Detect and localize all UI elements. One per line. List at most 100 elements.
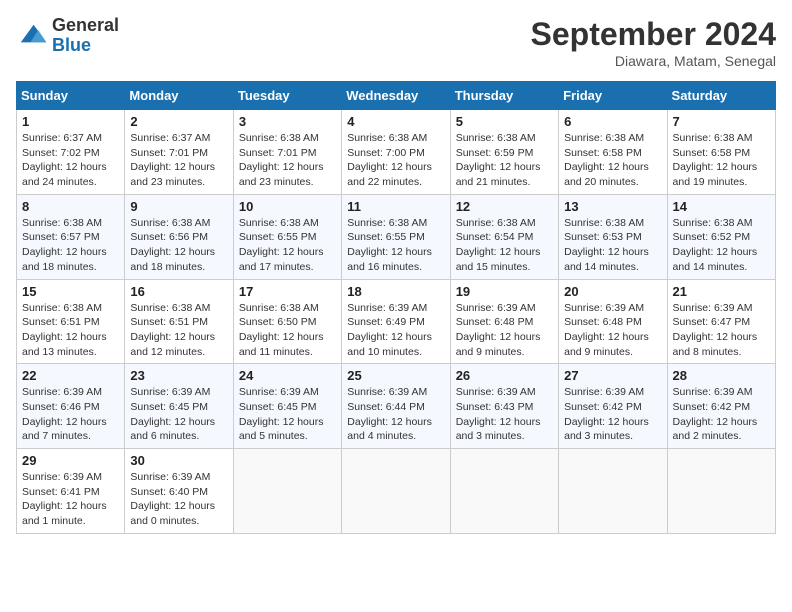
day-info: Sunrise: 6:39 AMSunset: 6:40 PMDaylight:… [130, 471, 215, 527]
calendar-cell: 29 Sunrise: 6:39 AMSunset: 6:41 PMDaylig… [17, 449, 125, 534]
day-number: 9 [130, 199, 227, 214]
calendar-cell [450, 449, 558, 534]
calendar-cell: 24 Sunrise: 6:39 AMSunset: 6:45 PMDaylig… [233, 364, 341, 449]
day-info: Sunrise: 6:39 AMSunset: 6:41 PMDaylight:… [22, 471, 107, 527]
day-info: Sunrise: 6:38 AMSunset: 6:55 PMDaylight:… [239, 217, 324, 273]
day-number: 2 [130, 114, 227, 129]
day-number: 10 [239, 199, 336, 214]
calendar-cell: 21 Sunrise: 6:39 AMSunset: 6:47 PMDaylig… [667, 279, 775, 364]
day-number: 16 [130, 284, 227, 299]
calendar-week-3: 15 Sunrise: 6:38 AMSunset: 6:51 PMDaylig… [17, 279, 776, 364]
day-info: Sunrise: 6:39 AMSunset: 6:46 PMDaylight:… [22, 386, 107, 442]
calendar-cell: 20 Sunrise: 6:39 AMSunset: 6:48 PMDaylig… [559, 279, 667, 364]
day-number: 13 [564, 199, 661, 214]
title-block: September 2024 Diawara, Matam, Senegal [531, 16, 776, 69]
calendar-cell: 8 Sunrise: 6:38 AMSunset: 6:57 PMDayligh… [17, 194, 125, 279]
day-info: Sunrise: 6:38 AMSunset: 6:50 PMDaylight:… [239, 302, 324, 358]
day-number: 6 [564, 114, 661, 129]
day-info: Sunrise: 6:38 AMSunset: 6:58 PMDaylight:… [673, 132, 758, 188]
day-number: 12 [456, 199, 553, 214]
day-number: 19 [456, 284, 553, 299]
calendar-cell [233, 449, 341, 534]
col-friday: Friday [559, 82, 667, 110]
day-info: Sunrise: 6:38 AMSunset: 6:51 PMDaylight:… [22, 302, 107, 358]
logo-icon [16, 20, 48, 52]
calendar-cell: 1 Sunrise: 6:37 AMSunset: 7:02 PMDayligh… [17, 110, 125, 195]
day-info: Sunrise: 6:39 AMSunset: 6:43 PMDaylight:… [456, 386, 541, 442]
calendar-cell: 7 Sunrise: 6:38 AMSunset: 6:58 PMDayligh… [667, 110, 775, 195]
calendar-header-row: Sunday Monday Tuesday Wednesday Thursday… [17, 82, 776, 110]
day-number: 14 [673, 199, 770, 214]
calendar-cell [667, 449, 775, 534]
calendar-week-4: 22 Sunrise: 6:39 AMSunset: 6:46 PMDaylig… [17, 364, 776, 449]
calendar-cell: 18 Sunrise: 6:39 AMSunset: 6:49 PMDaylig… [342, 279, 450, 364]
logo-text: General Blue [52, 16, 119, 56]
calendar-cell: 30 Sunrise: 6:39 AMSunset: 6:40 PMDaylig… [125, 449, 233, 534]
day-info: Sunrise: 6:39 AMSunset: 6:48 PMDaylight:… [564, 302, 649, 358]
month-title: September 2024 [531, 16, 776, 53]
calendar-cell: 12 Sunrise: 6:38 AMSunset: 6:54 PMDaylig… [450, 194, 558, 279]
calendar-cell: 15 Sunrise: 6:38 AMSunset: 6:51 PMDaylig… [17, 279, 125, 364]
calendar-cell: 2 Sunrise: 6:37 AMSunset: 7:01 PMDayligh… [125, 110, 233, 195]
day-number: 23 [130, 368, 227, 383]
day-info: Sunrise: 6:38 AMSunset: 6:58 PMDaylight:… [564, 132, 649, 188]
calendar-cell: 6 Sunrise: 6:38 AMSunset: 6:58 PMDayligh… [559, 110, 667, 195]
calendar-cell: 16 Sunrise: 6:38 AMSunset: 6:51 PMDaylig… [125, 279, 233, 364]
day-number: 29 [22, 453, 119, 468]
day-number: 5 [456, 114, 553, 129]
day-number: 17 [239, 284, 336, 299]
day-number: 25 [347, 368, 444, 383]
day-number: 4 [347, 114, 444, 129]
day-info: Sunrise: 6:39 AMSunset: 6:42 PMDaylight:… [564, 386, 649, 442]
calendar-cell: 22 Sunrise: 6:39 AMSunset: 6:46 PMDaylig… [17, 364, 125, 449]
calendar-cell: 10 Sunrise: 6:38 AMSunset: 6:55 PMDaylig… [233, 194, 341, 279]
day-info: Sunrise: 6:37 AMSunset: 7:02 PMDaylight:… [22, 132, 107, 188]
day-number: 26 [456, 368, 553, 383]
calendar-cell: 23 Sunrise: 6:39 AMSunset: 6:45 PMDaylig… [125, 364, 233, 449]
day-info: Sunrise: 6:39 AMSunset: 6:48 PMDaylight:… [456, 302, 541, 358]
logo: General Blue [16, 16, 119, 56]
col-sunday: Sunday [17, 82, 125, 110]
calendar-cell: 28 Sunrise: 6:39 AMSunset: 6:42 PMDaylig… [667, 364, 775, 449]
day-number: 11 [347, 199, 444, 214]
calendar-cell: 4 Sunrise: 6:38 AMSunset: 7:00 PMDayligh… [342, 110, 450, 195]
calendar-cell: 5 Sunrise: 6:38 AMSunset: 6:59 PMDayligh… [450, 110, 558, 195]
calendar-week-5: 29 Sunrise: 6:39 AMSunset: 6:41 PMDaylig… [17, 449, 776, 534]
day-info: Sunrise: 6:39 AMSunset: 6:44 PMDaylight:… [347, 386, 432, 442]
calendar-week-2: 8 Sunrise: 6:38 AMSunset: 6:57 PMDayligh… [17, 194, 776, 279]
calendar-cell [342, 449, 450, 534]
day-number: 28 [673, 368, 770, 383]
calendar-table: Sunday Monday Tuesday Wednesday Thursday… [16, 81, 776, 534]
day-info: Sunrise: 6:39 AMSunset: 6:47 PMDaylight:… [673, 302, 758, 358]
day-number: 24 [239, 368, 336, 383]
col-saturday: Saturday [667, 82, 775, 110]
calendar-cell: 13 Sunrise: 6:38 AMSunset: 6:53 PMDaylig… [559, 194, 667, 279]
calendar-week-1: 1 Sunrise: 6:37 AMSunset: 7:02 PMDayligh… [17, 110, 776, 195]
day-number: 1 [22, 114, 119, 129]
day-info: Sunrise: 6:38 AMSunset: 7:01 PMDaylight:… [239, 132, 324, 188]
day-number: 27 [564, 368, 661, 383]
col-tuesday: Tuesday [233, 82, 341, 110]
calendar-cell: 17 Sunrise: 6:38 AMSunset: 6:50 PMDaylig… [233, 279, 341, 364]
day-info: Sunrise: 6:37 AMSunset: 7:01 PMDaylight:… [130, 132, 215, 188]
calendar-cell: 25 Sunrise: 6:39 AMSunset: 6:44 PMDaylig… [342, 364, 450, 449]
col-monday: Monday [125, 82, 233, 110]
day-info: Sunrise: 6:38 AMSunset: 6:56 PMDaylight:… [130, 217, 215, 273]
day-info: Sunrise: 6:39 AMSunset: 6:45 PMDaylight:… [130, 386, 215, 442]
day-info: Sunrise: 6:38 AMSunset: 6:54 PMDaylight:… [456, 217, 541, 273]
day-info: Sunrise: 6:38 AMSunset: 6:52 PMDaylight:… [673, 217, 758, 273]
day-info: Sunrise: 6:38 AMSunset: 6:57 PMDaylight:… [22, 217, 107, 273]
day-info: Sunrise: 6:38 AMSunset: 6:59 PMDaylight:… [456, 132, 541, 188]
col-thursday: Thursday [450, 82, 558, 110]
calendar-cell [559, 449, 667, 534]
col-wednesday: Wednesday [342, 82, 450, 110]
day-number: 18 [347, 284, 444, 299]
calendar-cell: 26 Sunrise: 6:39 AMSunset: 6:43 PMDaylig… [450, 364, 558, 449]
day-info: Sunrise: 6:38 AMSunset: 7:00 PMDaylight:… [347, 132, 432, 188]
calendar-cell: 19 Sunrise: 6:39 AMSunset: 6:48 PMDaylig… [450, 279, 558, 364]
day-info: Sunrise: 6:38 AMSunset: 6:55 PMDaylight:… [347, 217, 432, 273]
day-number: 30 [130, 453, 227, 468]
calendar-cell: 14 Sunrise: 6:38 AMSunset: 6:52 PMDaylig… [667, 194, 775, 279]
day-info: Sunrise: 6:39 AMSunset: 6:49 PMDaylight:… [347, 302, 432, 358]
day-info: Sunrise: 6:38 AMSunset: 6:51 PMDaylight:… [130, 302, 215, 358]
